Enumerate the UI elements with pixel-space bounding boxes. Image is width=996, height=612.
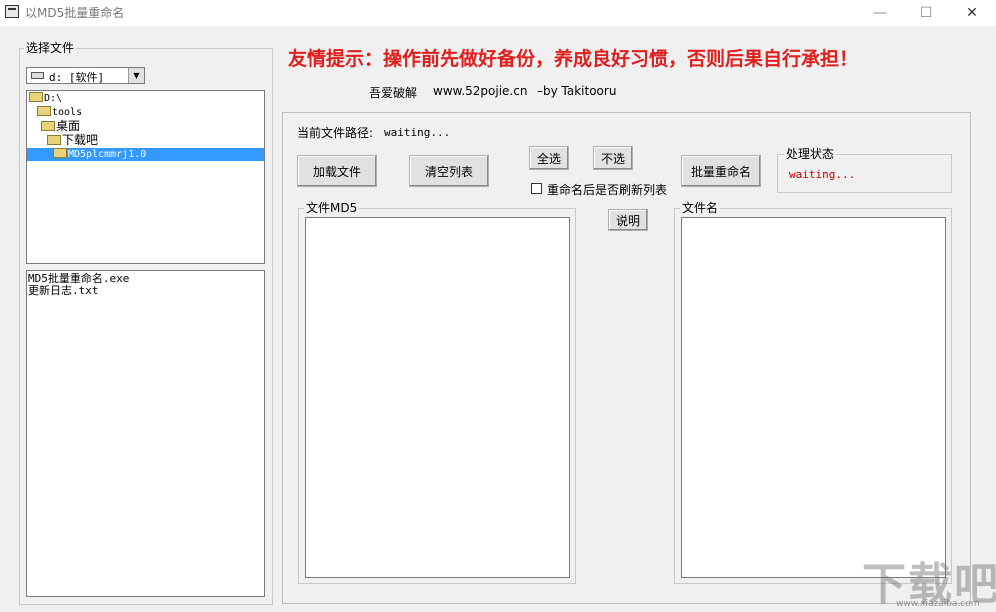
select-all-button[interactable]: 全选 <box>529 146 569 170</box>
batch-rename-button[interactable]: 批量重命名 <box>681 155 761 187</box>
tree-item[interactable]: D:\ <box>29 92 62 105</box>
folder-icon <box>53 148 67 158</box>
warning-text: 友情提示：操作前先做好备份，养成良好习惯，否则后果自行承担！ <box>288 48 859 70</box>
file-list[interactable]: MD5批量重命名.exe 更新日志.txt <box>26 270 265 597</box>
chevron-down-icon[interactable]: ▼ <box>128 68 144 83</box>
refresh-checkbox[interactable] <box>531 183 542 194</box>
drive-select-value: d: [软件] <box>49 71 105 84</box>
folder-tree[interactable]: D:\ tools 桌面 下载吧 MD5plcmmrj1.0 <box>26 90 265 264</box>
md5-list[interactable] <box>305 217 570 578</box>
credit-url[interactable]: www.52pojie.cn <box>433 84 527 98</box>
window-title: 以MD5批量重命名 <box>25 6 125 20</box>
status-group-label: 处理状态 <box>784 147 837 161</box>
folder-icon <box>37 106 51 116</box>
filename-group-label: 文件名 <box>680 201 721 215</box>
credit-site-label: 吾爱破解 <box>369 86 418 100</box>
folder-icon <box>29 92 43 102</box>
tree-item[interactable]: 桌面 <box>41 120 80 133</box>
credit-author: –by Takitooru <box>537 84 617 98</box>
minimize-icon[interactable]: — <box>857 0 903 26</box>
path-label: 当前文件路径: <box>297 126 374 140</box>
load-files-button[interactable]: 加载文件 <box>297 155 377 187</box>
title-bar[interactable]: 以MD5批量重命名 — ☐ ✕ <box>0 0 996 26</box>
path-value: waiting... <box>384 126 451 139</box>
refresh-checkbox-label: 重命名后是否刷新列表 <box>547 183 668 197</box>
drive-select[interactable]: d: [软件] ▼ <box>26 67 145 84</box>
tree-item-selected[interactable]: MD5plcmmrj1.0 <box>27 148 264 161</box>
folder-icon <box>41 121 55 131</box>
clear-list-button[interactable]: 清空列表 <box>409 155 489 187</box>
tree-item[interactable]: tools <box>37 106 82 119</box>
maximize-icon[interactable]: ☐ <box>903 0 949 26</box>
app-icon <box>5 5 19 18</box>
close-icon[interactable]: ✕ <box>949 0 995 26</box>
file-select-group-label: 选择文件 <box>24 41 77 55</box>
list-item[interactable]: 更新日志.txt <box>28 284 99 297</box>
filename-list[interactable] <box>681 217 946 578</box>
status-value: waiting... <box>789 168 856 181</box>
deselect-button[interactable]: 不选 <box>593 146 633 170</box>
drive-icon <box>31 72 44 79</box>
folder-icon <box>47 135 61 145</box>
watermark-url: www.xiazaiba.com <box>896 599 980 609</box>
help-button[interactable]: 说明 <box>608 209 648 231</box>
tree-item[interactable]: 下载吧 <box>47 134 98 147</box>
md5-group-label: 文件MD5 <box>304 201 360 215</box>
